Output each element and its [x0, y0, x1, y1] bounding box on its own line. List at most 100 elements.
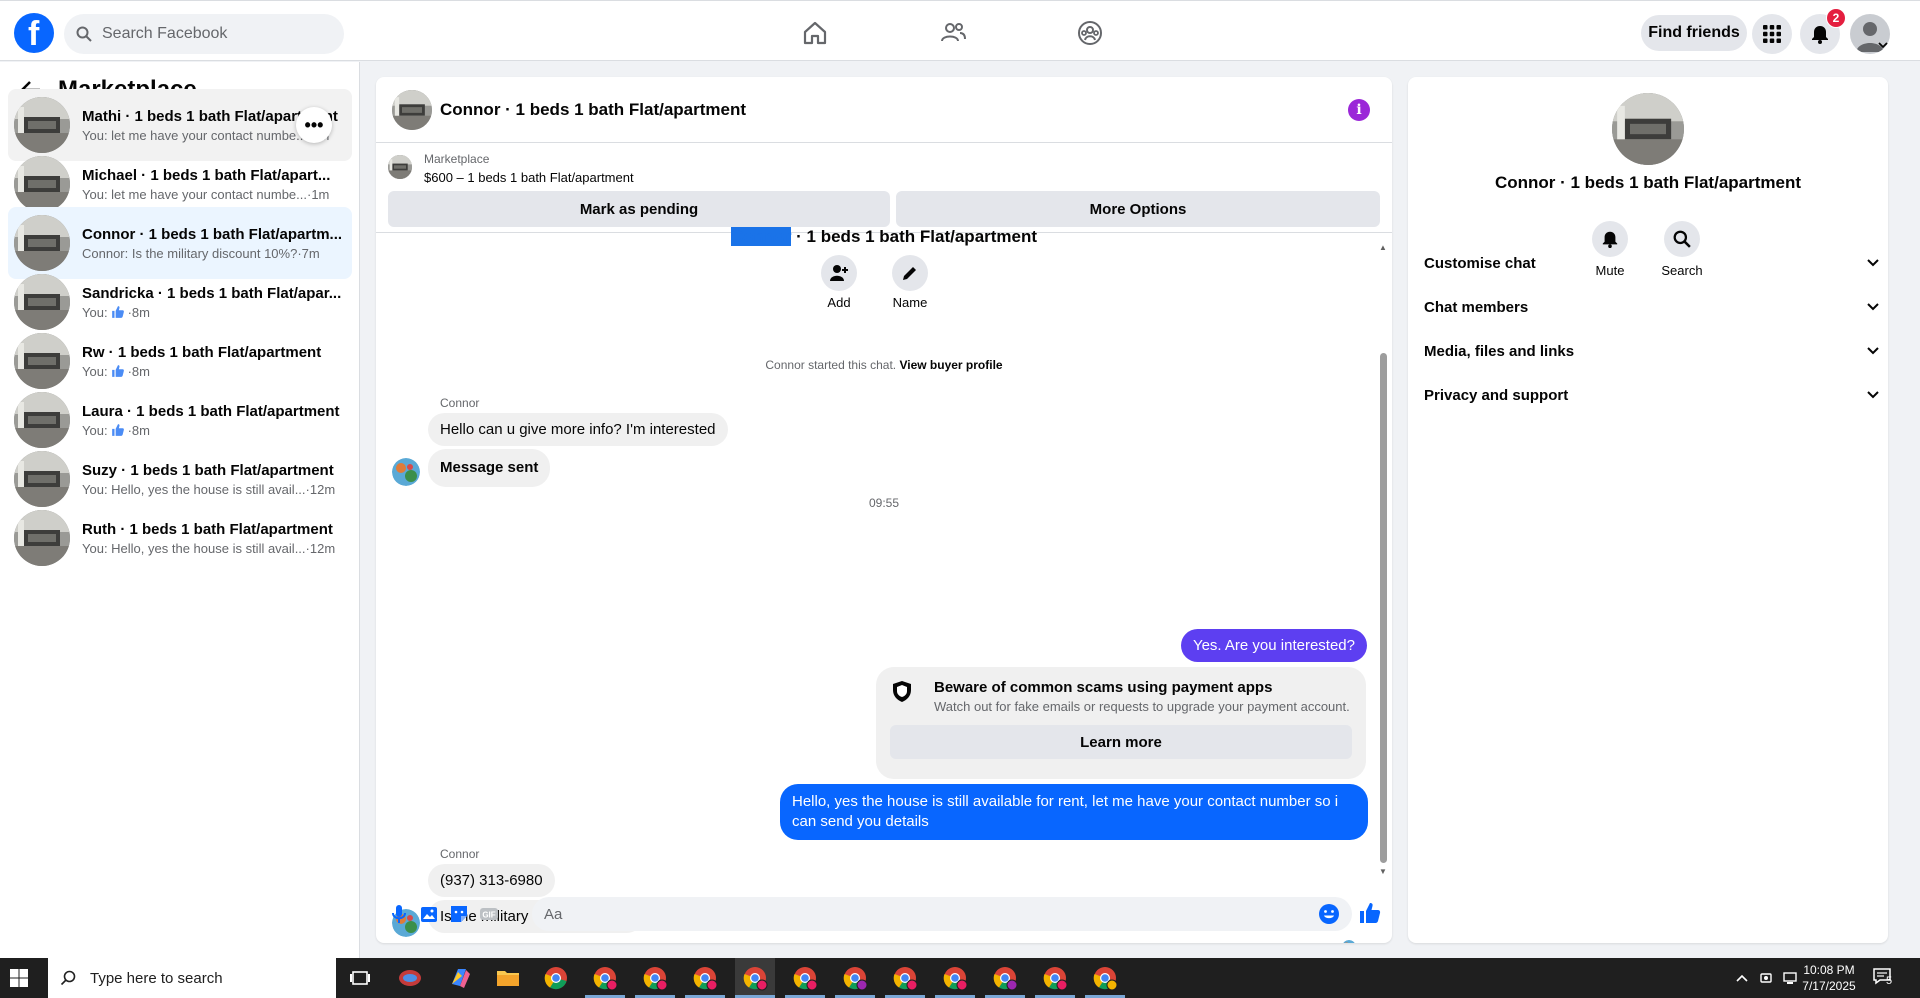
file-explorer-icon[interactable]: [494, 964, 522, 992]
preview-text: You:: [82, 363, 108, 379]
preview-time: ·8m: [127, 304, 150, 320]
notification-count-badge: 2: [1826, 8, 1846, 28]
preview-time: ·7m: [297, 245, 320, 261]
mark-as-pending-button[interactable]: Mark as pending: [388, 191, 890, 227]
gif-icon[interactable]: GIF: [478, 903, 500, 925]
message-scrollbar[interactable]: ▲ ▼: [1378, 243, 1388, 876]
add-people-button[interactable]: [821, 255, 857, 291]
chat-header-listing-thumbnail[interactable]: [392, 89, 432, 130]
sticker-icon[interactable]: [448, 903, 470, 925]
like-thumb-icon[interactable]: [1358, 901, 1382, 925]
taskbar-chrome-app[interactable]: [885, 958, 925, 998]
conversation-title: Rw · 1 beds 1 bath Flat/apartment: [82, 343, 322, 361]
taskbar-chrome-app[interactable]: [985, 958, 1025, 998]
task-view-icon[interactable]: [346, 964, 374, 992]
outgoing-message[interactable]: Yes. Are you interested?: [1180, 629, 1367, 662]
preview-time: ·12m: [305, 540, 336, 556]
listing-bar: Marketplace $600 – 1 beds 1 bath Flat/ap…: [376, 143, 1392, 233]
bell-icon: [1812, 26, 1828, 44]
find-friends-button[interactable]: Find friends: [1641, 15, 1747, 51]
more-options-button[interactable]: •••: [296, 107, 332, 143]
listing-price[interactable]: $600 – 1 beds 1 bath Flat/apartment: [424, 170, 634, 185]
like-thumb-icon: [111, 365, 124, 377]
chrome-browser-icon: [793, 967, 818, 991]
section-chat-members[interactable]: Chat members: [1424, 287, 1880, 327]
taskbar-chrome-app[interactable]: [835, 958, 875, 998]
details-listing-thumbnail[interactable]: [1612, 93, 1684, 165]
tray-chevron-up-icon[interactable]: [1734, 971, 1750, 985]
preview-text: You:: [82, 422, 108, 438]
scroll-down-arrow[interactable]: ▼: [1379, 867, 1387, 876]
photo-icon[interactable]: [418, 903, 440, 925]
microphone-icon[interactable]: [388, 903, 410, 925]
taskbar-chrome-app[interactable]: [585, 958, 625, 998]
camera-tray-icon[interactable]: [1758, 971, 1774, 985]
taskbar-chrome-app[interactable]: [785, 958, 825, 998]
marketplace-conversation-list: Marketplace Mathi · 1 beds 1 bath Flat/a…: [0, 62, 360, 958]
taskbar-chrome-app[interactable]: [1085, 958, 1125, 998]
taskbar-chrome-app[interactable]: [1035, 958, 1075, 998]
taskbar-chrome-app[interactable]: [635, 958, 675, 998]
section-label: Privacy and support: [1424, 386, 1569, 404]
facebook-logo[interactable]: f: [14, 13, 54, 53]
message-composer: GIF Aa: [376, 891, 1392, 941]
facebook-search-input[interactable]: Search Facebook: [64, 14, 344, 54]
menu-grid-button[interactable]: [1752, 14, 1792, 54]
conversation-text: Laura · 1 beds 1 bath Flat/apartment You:…: [82, 403, 344, 438]
view-buyer-profile-link[interactable]: View buyer profile: [899, 358, 1002, 372]
top-navigation-bar: f Search Facebook Find friends 2: [0, 0, 1920, 61]
chrome-browser-icon: [593, 967, 618, 991]
listing-thumbnail[interactable]: [388, 155, 412, 179]
notification-center-button[interactable]: 5: [1872, 967, 1898, 989]
sender-name: Connor: [440, 396, 480, 410]
partial-title-rest: · 1 beds 1 bath Flat/apartment: [791, 227, 1038, 246]
connor-avatar[interactable]: [392, 458, 420, 486]
home-icon[interactable]: [801, 19, 829, 47]
search-placeholder: Search Facebook: [102, 25, 228, 42]
conversation-text: Sandricka · 1 beds 1 bath Flat/apar... Yo…: [82, 285, 344, 320]
outgoing-message[interactable]: Hello, yes the house is still available …: [780, 784, 1368, 840]
chevron-down-icon: [1867, 259, 1879, 267]
edit-name-button[interactable]: [892, 255, 928, 291]
search-icon: [76, 26, 92, 42]
more-options-button[interactable]: More Options: [896, 191, 1380, 227]
conversation-text: Michael · 1 beds 1 bath Flat/apart... You…: [82, 167, 344, 202]
conversation-preview: You: let me have your contact numbe...·1…: [82, 187, 344, 202]
scroll-thumb[interactable]: [1380, 353, 1387, 863]
listing-thumbnail: [14, 215, 70, 271]
taskbar-chrome-app[interactable]: [536, 958, 576, 998]
conversation-item[interactable]: Ruth · 1 beds 1 bath Flat/apartment You: …: [8, 502, 352, 574]
taskbar-chrome-app[interactable]: [685, 958, 725, 998]
info-icon[interactable]: i: [1348, 99, 1370, 121]
chat-details-panel: Connor · 1 beds 1 bath Flat/apartment Mu…: [1408, 77, 1888, 943]
conversation-title: Suzy · 1 beds 1 bath Flat/apartment: [82, 461, 334, 479]
taskbar-chrome-app[interactable]: [735, 958, 775, 998]
emoji-icon[interactable]: [1318, 903, 1340, 925]
groups-icon[interactable]: [1076, 19, 1104, 47]
section-customise-chat[interactable]: Customise chat: [1424, 243, 1880, 283]
taskbar-clock[interactable]: 10:08 PM 7/17/2025: [1794, 962, 1864, 994]
chevron-down-icon: [1867, 347, 1879, 355]
preview-time: ·8m: [127, 363, 150, 379]
section-media-files-links[interactable]: Media, files and links: [1424, 331, 1880, 371]
friends-icon[interactable]: [939, 19, 967, 47]
taskbar-chrome-app[interactable]: [935, 958, 975, 998]
notification-center-count: 5: [1886, 975, 1893, 987]
message-thread: Connor · 1 beds 1 bath Flat/apartment Ad…: [376, 227, 1392, 943]
like-thumb-icon: [111, 424, 124, 436]
snipping-app-icon[interactable]: [396, 964, 424, 992]
windows-start-icon[interactable]: [10, 969, 28, 987]
chrome-browser-icon: [843, 967, 868, 991]
chat-started-notice: Connor started this chat. View buyer pro…: [376, 358, 1392, 372]
account-chevron-icon[interactable]: [1878, 41, 1888, 49]
incoming-message[interactable]: Hello can u give more info? I'm interest…: [428, 413, 728, 446]
section-privacy-support[interactable]: Privacy and support: [1424, 375, 1880, 415]
learn-more-button[interactable]: Learn more: [890, 725, 1352, 759]
taskbar-search-box[interactable]: Type here to search: [48, 958, 336, 998]
copilot-icon[interactable]: [446, 964, 474, 992]
incoming-message[interactable]: Message sent: [428, 449, 551, 487]
chat-title[interactable]: Connor · 1 beds 1 bath Flat/apartment: [440, 100, 746, 120]
shield-icon: [893, 681, 911, 702]
scroll-up-arrow[interactable]: ▲: [1379, 243, 1387, 252]
message-input[interactable]: Aa: [532, 897, 1352, 931]
